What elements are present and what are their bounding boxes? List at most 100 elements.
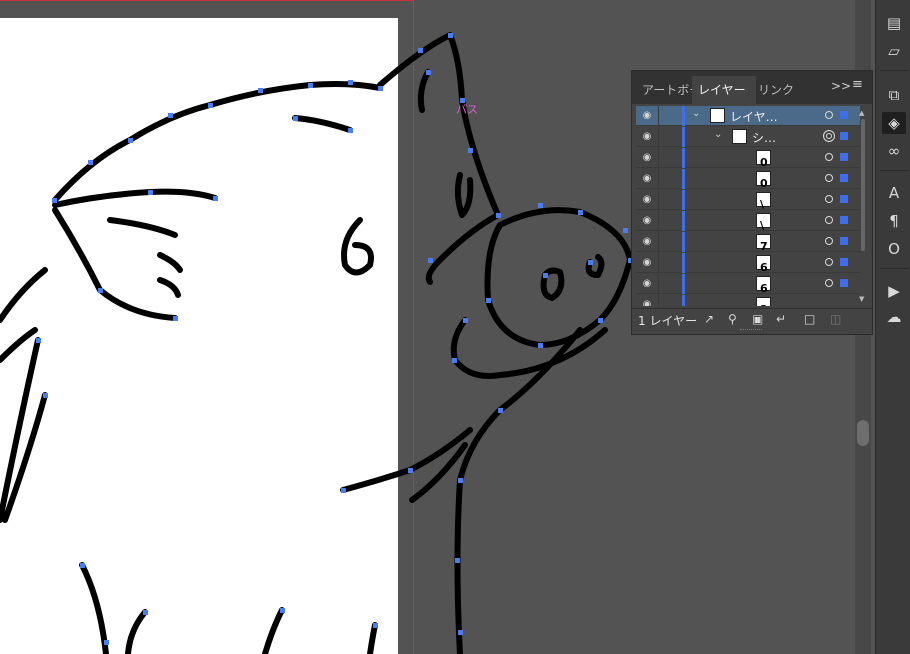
hamburger-menu-icon[interactable]: ≡ <box>852 77 863 92</box>
eye-icon[interactable]: ◉ <box>640 151 654 165</box>
path-row[interactable]: ◉ \ <box>636 211 860 232</box>
selection-indicator[interactable] <box>840 195 848 203</box>
new-layer-icon[interactable]: □ <box>804 312 815 326</box>
target-icon[interactable] <box>823 130 835 142</box>
head-top-path <box>52 81 383 203</box>
group-thumbnail <box>732 129 747 144</box>
transform-icon[interactable]: ▱ <box>882 40 906 62</box>
search-icon[interactable]: ⚲ <box>728 312 737 326</box>
panel-dock-toolbar: ▤ ▱ ⧉ ◈ ∞ A ¶ O ▶ ☁ <box>875 0 910 654</box>
eye-icon[interactable]: ◉ <box>640 130 654 144</box>
target-icon[interactable] <box>825 279 833 287</box>
legs-path <box>79 562 378 654</box>
tab-layers[interactable]: レイヤー <box>692 76 756 104</box>
eye-icon[interactable]: ◉ <box>640 214 654 228</box>
lock-column[interactable] <box>658 295 659 306</box>
target-icon[interactable] <box>825 153 833 161</box>
eye-icon[interactable]: ◉ <box>640 298 654 306</box>
pathfinder-icon[interactable]: ⧉ <box>882 84 906 106</box>
path-row[interactable]: ◉ \ <box>636 190 860 211</box>
path-row[interactable]: ◉ 0 <box>636 169 860 190</box>
lock-column[interactable] <box>658 169 659 189</box>
path-row[interactable]: ◉ 3 <box>636 295 860 306</box>
panel-resize-grip[interactable] <box>740 329 762 332</box>
layer-color-bar <box>682 169 685 189</box>
selection-indicator[interactable] <box>840 258 848 266</box>
export-icon[interactable]: ↗ <box>704 312 714 326</box>
selection-indicator[interactable] <box>840 153 848 161</box>
eye-icon[interactable]: ◉ <box>640 277 654 291</box>
layer-row[interactable]: ◉ ⌄ レイヤ… <box>636 106 860 126</box>
target-icon[interactable] <box>825 216 833 224</box>
scroll-down-icon[interactable]: ▼ <box>859 295 864 303</box>
selection-indicator[interactable] <box>840 111 848 119</box>
target-icon[interactable] <box>825 174 833 182</box>
layer-color-bar <box>682 106 685 126</box>
target-icon[interactable] <box>825 195 833 203</box>
layers-icon[interactable]: ◈ <box>882 112 906 134</box>
opentype-icon[interactable]: O <box>882 238 906 260</box>
selection-indicator[interactable] <box>840 237 848 245</box>
lock-column[interactable] <box>658 106 659 126</box>
eye-icon[interactable]: ◉ <box>640 172 654 186</box>
eye-icon[interactable]: ◉ <box>640 109 654 123</box>
eye-path <box>292 115 353 133</box>
group-name[interactable]: シ… <box>752 129 776 146</box>
path-row[interactable]: ◉ 6 <box>636 274 860 295</box>
layer-count: 1 レイヤー <box>638 314 698 328</box>
path-row[interactable]: ◉ 0 <box>636 148 860 169</box>
align-icon[interactable]: ▤ <box>882 12 906 34</box>
sublayer-row[interactable]: ◉ ⌄ シ… <box>636 127 860 147</box>
layer-thumbnail <box>710 108 725 123</box>
tab-links[interactable]: リンク <box>752 76 808 104</box>
lock-column[interactable] <box>658 211 659 231</box>
lock-column[interactable] <box>658 190 659 210</box>
actions-icon[interactable]: ▶ <box>882 280 906 302</box>
lock-column[interactable] <box>658 274 659 294</box>
mouth-path <box>107 217 183 298</box>
path-row[interactable]: ◉ 7 <box>636 232 860 253</box>
layer-color-bar <box>682 190 685 210</box>
lock-column[interactable] <box>658 253 659 273</box>
lock-column[interactable] <box>658 127 659 147</box>
vertical-scroll-thumb[interactable] <box>857 420 869 446</box>
layer-color-bar <box>682 127 685 147</box>
links-icon[interactable]: ∞ <box>882 140 906 162</box>
panel-scrollbar[interactable]: ▲ ▼ <box>859 109 867 305</box>
target-icon[interactable] <box>825 111 833 119</box>
thumb-glyph: 0 <box>760 177 768 190</box>
lock-column[interactable] <box>658 148 659 168</box>
tab-artboards[interactable]: アートボード <box>636 76 698 104</box>
character-icon[interactable]: A <box>882 182 906 204</box>
arm-left-path <box>0 337 48 523</box>
eye-icon[interactable]: ◉ <box>640 256 654 270</box>
selection-indicator[interactable] <box>840 279 848 287</box>
paragraph-icon[interactable]: ¶ <box>882 210 906 232</box>
move-sublayer-icon[interactable]: ↵ <box>776 312 786 326</box>
layer-color-bar <box>682 211 685 231</box>
panel-scroll-thumb[interactable] <box>861 119 865 251</box>
thumb-glyph: 7 <box>760 240 768 253</box>
panel-overflow-button[interactable]: >> <box>831 79 851 93</box>
target-icon[interactable] <box>825 237 833 245</box>
selection-indicator[interactable] <box>840 174 848 182</box>
target-icon[interactable] <box>825 258 833 266</box>
chevron-down-icon[interactable]: ⌄ <box>692 108 700 119</box>
cc-libraries-icon[interactable]: ☁ <box>882 306 906 328</box>
selection-indicator[interactable] <box>840 216 848 224</box>
delete-icon: ◫ <box>830 312 842 326</box>
thumb-glyph: 0 <box>760 156 768 169</box>
chevron-down-icon[interactable]: ⌄ <box>714 129 722 140</box>
lock-column[interactable] <box>658 232 659 252</box>
selection-indicator[interactable] <box>840 132 848 140</box>
layer-name[interactable]: レイヤ… <box>730 108 778 125</box>
eye-icon[interactable]: ◉ <box>640 193 654 207</box>
path-row[interactable]: ◉ 6 <box>636 253 860 274</box>
scroll-up-icon[interactable]: ▲ <box>859 109 864 117</box>
path-thumbnail: \ <box>756 213 771 232</box>
six-glyph-path <box>341 217 374 276</box>
thumb-glyph: 3 <box>757 303 768 306</box>
clipping-mask-icon[interactable]: ▣ <box>752 312 763 326</box>
eye-icon[interactable]: ◉ <box>640 235 654 249</box>
neck-path <box>454 327 583 654</box>
